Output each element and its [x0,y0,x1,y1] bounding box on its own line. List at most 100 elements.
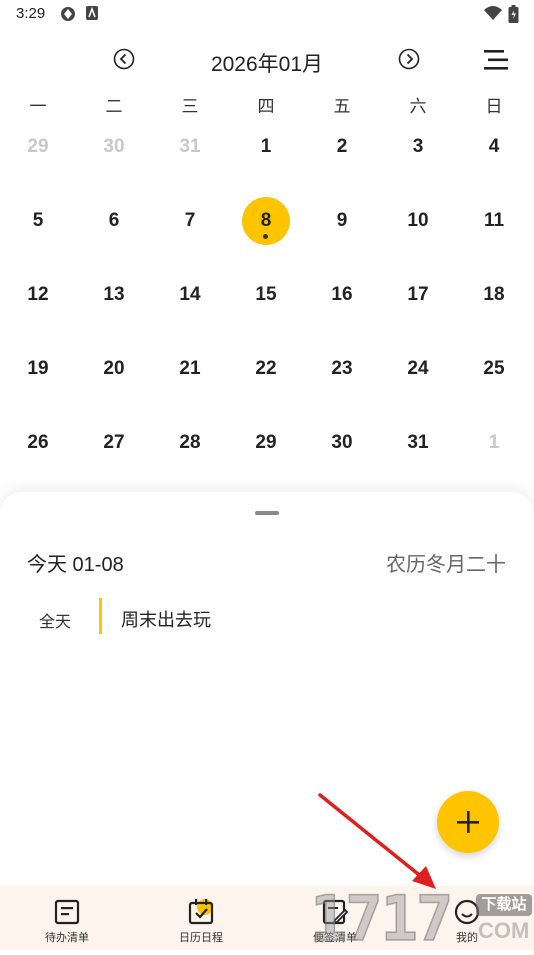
day-number: 24 [407,358,429,379]
day-number: 29 [27,136,49,157]
weekday-label: 三 [181,97,199,116]
day-number: 30 [331,432,353,453]
calendar-check-icon [188,899,214,925]
day-cell[interactable]: 29 [0,122,76,172]
day-number: 13 [103,284,125,305]
day-number: 16 [331,284,353,305]
day-number: 30 [103,136,125,157]
plus-icon [457,811,479,833]
day-cell[interactable]: 21 [152,344,228,394]
day-cell[interactable]: 31 [380,418,456,468]
day-cell[interactable]: 22 [228,344,304,394]
weekday-label: 二 [105,97,123,116]
event-title: 周末出去玩 [121,610,211,630]
day-cell[interactable]: 10 [380,196,456,246]
sync-icon [61,7,75,21]
day-cell[interactable]: 7 [152,196,228,246]
todo-list-icon [54,899,80,925]
day-number: 12 [27,284,49,305]
day-cell[interactable]: 29 [228,418,304,468]
day-cell[interactable]: 23 [304,344,380,394]
day-cell[interactable]: 15 [228,270,304,320]
day-cell[interactable]: 17 [380,270,456,320]
event-time-label: 全天 [39,614,72,631]
event-item[interactable]: 全天 周末出去玩 [0,596,534,636]
next-month-button[interactable] [398,48,420,70]
day-number: 8 [260,210,272,231]
day-cell-today[interactable]: 8 [228,196,304,246]
day-cell[interactable]: 28 [152,418,228,468]
day-cell[interactable]: 16 [304,270,380,320]
day-cell[interactable]: 25 [456,344,532,394]
day-number: 1 [260,136,272,157]
day-number: 14 [179,284,201,305]
watermark-digits: 1717 [309,881,454,955]
day-cell[interactable]: 18 [456,270,532,320]
watermark-logo: 1717 下载站 COM [309,880,534,955]
tab-label: 日历日程 [179,932,223,944]
tab-calendar[interactable]: 日历日程 [134,886,268,950]
day-number: 10 [407,210,429,231]
day-cell[interactable]: 9 [304,196,380,246]
previous-month-button[interactable] [113,48,135,70]
menu-icon[interactable] [484,49,508,71]
day-number: 11 [483,210,505,231]
day-cell[interactable]: 26 [0,418,76,468]
day-cell[interactable]: 30 [76,122,152,172]
day-number: 21 [179,358,201,379]
weekday-label: 四 [257,97,275,116]
battery-icon [508,5,519,23]
month-title[interactable]: 2026年01月 [180,48,354,78]
day-cell[interactable]: 11 [456,196,532,246]
lunar-date-label: 农历冬月二十 [386,554,506,576]
tab-todo[interactable]: 待办清单 [0,886,134,950]
day-number: 31 [407,432,429,453]
day-number: 3 [412,136,424,157]
day-cell[interactable]: 5 [0,196,76,246]
day-number: 7 [184,210,196,231]
day-cell[interactable]: 1 [456,418,532,468]
weekday-label: 日 [485,97,503,116]
weekday-label: 六 [409,97,427,116]
calendar-header: 2026年01月 [0,40,534,80]
day-number: 23 [331,358,353,379]
day-number: 26 [27,432,49,453]
sheet-drag-handle[interactable] [255,511,279,515]
day-cell[interactable]: 30 [304,418,380,468]
day-cell[interactable]: 12 [0,270,76,320]
day-number: 4 [488,136,500,157]
day-number: 28 [179,432,201,453]
day-number: 20 [103,358,125,379]
day-number: 17 [407,284,429,305]
day-cell[interactable]: 3 [380,122,456,172]
event-color-bar [99,598,102,634]
day-number: 22 [255,358,277,379]
day-number: 31 [179,136,201,157]
day-number: 6 [108,210,120,231]
selected-date-label: 今天 01-08 [27,554,124,576]
day-cell[interactable]: 2 [304,122,380,172]
day-cell[interactable]: 13 [76,270,152,320]
status-time: 3:29 [16,5,46,22]
day-number: 5 [32,210,44,231]
day-cell[interactable]: 6 [76,196,152,246]
app-notification-icon [86,6,98,20]
tab-label: 待办清单 [45,932,89,944]
day-number: 9 [336,210,348,231]
day-cell[interactable]: 1 [228,122,304,172]
day-cell[interactable]: 20 [76,344,152,394]
day-number: 27 [103,432,125,453]
day-number: 1 [488,432,500,453]
weekday-label: 一 [29,97,47,116]
day-number: 2 [336,136,348,157]
day-cell[interactable]: 24 [380,344,456,394]
day-number: 29 [255,432,277,453]
day-cell[interactable]: 31 [152,122,228,172]
add-event-button[interactable] [437,791,499,853]
day-cell[interactable]: 14 [152,270,228,320]
event-indicator-dot [263,234,268,239]
day-cell[interactable]: 19 [0,344,76,394]
day-cell[interactable]: 4 [456,122,532,172]
day-number: 15 [255,284,277,305]
day-cell[interactable]: 27 [76,418,152,468]
